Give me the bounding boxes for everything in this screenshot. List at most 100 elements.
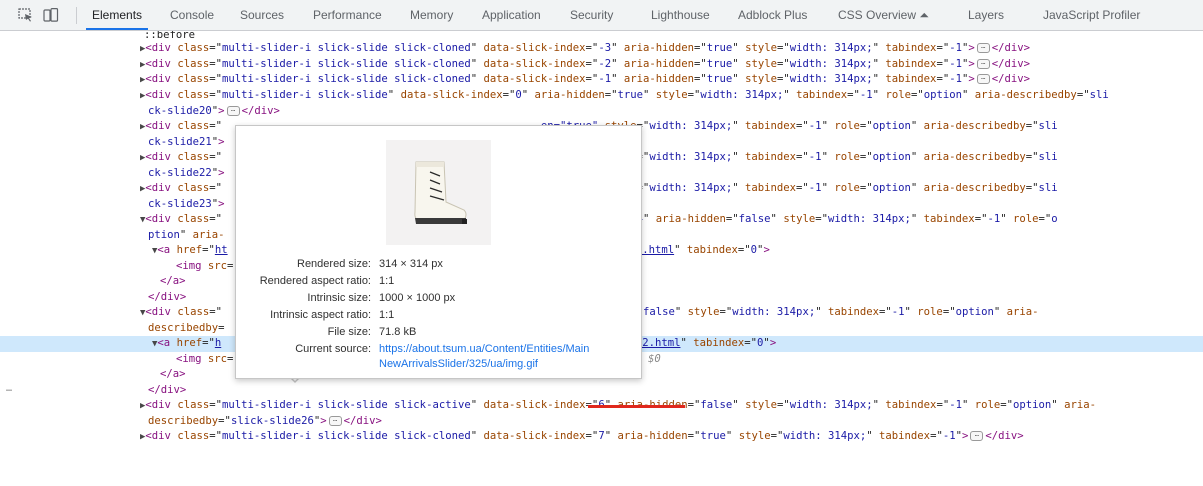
- intrinsic-size-label: Intrinsic size:: [307, 292, 371, 304]
- tag-name: <div: [145, 151, 178, 163]
- attr-value: -1: [942, 430, 956, 442]
- attr-name: style: [687, 306, 720, 318]
- code-text: =": [776, 399, 790, 411]
- attr-value: -1: [949, 73, 962, 85]
- tab-performance[interactable]: Performance: [313, 0, 382, 30]
- attr-value: -1: [808, 182, 822, 194]
- tab-javascript-profiler[interactable]: JavaScript Profiler: [1043, 0, 1140, 30]
- code-text: =": [687, 89, 701, 101]
- code-text: ": [732, 42, 746, 54]
- boot-preview-image: [386, 140, 491, 245]
- code-text: ": [910, 213, 924, 225]
- collapsed-ellipsis[interactable]: …: [976, 59, 990, 69]
- attr-name: class: [177, 42, 210, 54]
- attr-link[interactable]: ht: [215, 244, 228, 256]
- tag-name: <div: [145, 73, 178, 85]
- code-text: =": [770, 430, 784, 442]
- devtools-tabbar: Elements Console Sources Performance Memory A…: [0, 0, 1203, 31]
- collapsed-ellipsis[interactable]: …: [970, 431, 984, 441]
- tag-name: >: [763, 244, 770, 256]
- attr-value: option: [872, 182, 911, 194]
- code-text: ": [521, 89, 535, 101]
- dom-node-line[interactable]: ▶<div class="multi-slider-i slick-slide …: [0, 57, 1203, 73]
- tag-name: >: [218, 167, 225, 179]
- code-text: ": [732, 58, 746, 70]
- code-text: ": [611, 58, 624, 70]
- attr-name: describedby: [148, 415, 219, 427]
- attr-name: class: [177, 73, 210, 85]
- tab-elements[interactable]: Elements: [85, 0, 149, 30]
- attr-name: class: [177, 430, 210, 442]
- tab-lighthouse[interactable]: Lighthouse: [651, 0, 710, 30]
- inspect-element-icon[interactable]: [18, 8, 34, 22]
- tag-name: <div: [145, 213, 178, 225]
- tab-css-overview[interactable]: CSS Overview ⏶: [838, 0, 929, 30]
- tag-name: </div>: [148, 384, 187, 396]
- dom-node-line[interactable]: </div>: [0, 383, 1203, 399]
- tag-name: <img: [176, 260, 208, 272]
- attr-name: src: [207, 260, 228, 272]
- code-text: ": [821, 182, 835, 194]
- attr-name: aria-describedby: [923, 120, 1026, 132]
- code-text: ": [770, 213, 784, 225]
- attr-value: true: [617, 89, 643, 101]
- collapsed-ellipsis[interactable]: …: [328, 416, 342, 426]
- attr-name: data-slick-index: [483, 430, 586, 442]
- tag-name: <div: [145, 58, 178, 70]
- dom-node-line[interactable]: ▶<div class="multi-slider-i slick-slide …: [0, 429, 1203, 445]
- tab-console[interactable]: Console: [170, 0, 214, 30]
- attr-value: width: 314px;: [789, 399, 873, 411]
- tab-layers[interactable]: Layers: [968, 0, 1004, 30]
- tag-name: >: [968, 73, 975, 85]
- current-source-link-line2[interactable]: NewArrivalsSlider/325/ua/img.gif: [379, 358, 538, 370]
- code-text: =: [218, 322, 225, 334]
- code-text: =": [796, 151, 809, 163]
- attr-name: role: [834, 151, 860, 163]
- code-text: =": [815, 213, 828, 225]
- attr-value: -1: [949, 58, 962, 70]
- attr-value: width: 314px;: [732, 306, 816, 318]
- code-text: ": [961, 399, 975, 411]
- rendered-ratio-label: Rendered aspect ratio:: [259, 275, 371, 287]
- rendered-size-value: 314 × 314 px: [379, 258, 443, 270]
- attr-value: multi-slider-i slick-slide slick-active: [221, 399, 471, 411]
- code-text: ": [725, 430, 739, 442]
- attr-name: href: [176, 337, 203, 349]
- attr-value: o: [1051, 213, 1058, 225]
- dom-node-line[interactable]: ▶<div class="multi-slider-i slick-slide"…: [0, 88, 1203, 104]
- dom-node-line[interactable]: ▶<div class="multi-slider-i slick-slide …: [0, 41, 1203, 57]
- code-text: ": [387, 89, 401, 101]
- tab-adblock-plus[interactable]: Adblock Plus: [738, 0, 807, 30]
- attr-value: width: 314px;: [789, 58, 873, 70]
- current-source-link-line1[interactable]: https://about.tsum.ua/Content/Entities/M…: [379, 343, 589, 355]
- code-text: =": [1076, 89, 1090, 101]
- attr-value: -1: [891, 306, 905, 318]
- code-text: =": [585, 42, 599, 54]
- code-text: ": [821, 151, 835, 163]
- code-text: ": [604, 430, 618, 442]
- code-text: =": [737, 244, 751, 256]
- attr-name: style: [745, 58, 777, 70]
- dom-node-line[interactable]: describedby="slick-slide26">… </div>: [0, 414, 1203, 430]
- intrinsic-size-row: Intrinsic size: 1000 × 1000 px: [236, 290, 641, 307]
- attr-name: data-slick-index: [483, 73, 586, 85]
- rendered-size-label: Rendered size:: [297, 258, 371, 270]
- device-toolbar-icon[interactable]: [43, 8, 59, 22]
- collapsed-ellipsis[interactable]: …: [226, 106, 240, 116]
- dom-node-line[interactable]: ck-slide20">… </div>: [0, 104, 1203, 120]
- attr-value: -1: [949, 42, 962, 54]
- attr-name: class: [177, 120, 210, 132]
- dom-node-line[interactable]: ▶<div class="multi-slider-i slick-slide …: [0, 72, 1203, 88]
- attr-name: aria-hidden: [623, 42, 695, 54]
- collapsed-ellipsis[interactable]: …: [976, 43, 990, 53]
- attr-value: ck-slide22: [148, 167, 212, 179]
- collapsed-ellipsis[interactable]: …: [976, 74, 990, 84]
- attr-name: style: [655, 89, 688, 101]
- tab-security[interactable]: Security: [570, 0, 613, 30]
- tab-sources[interactable]: Sources: [240, 0, 284, 30]
- tag-name: <a: [157, 337, 177, 349]
- tab-application[interactable]: Application: [482, 0, 541, 30]
- code-text: ": [866, 430, 880, 442]
- attr-name: aria-describedby: [923, 151, 1026, 163]
- tab-memory[interactable]: Memory: [410, 0, 453, 30]
